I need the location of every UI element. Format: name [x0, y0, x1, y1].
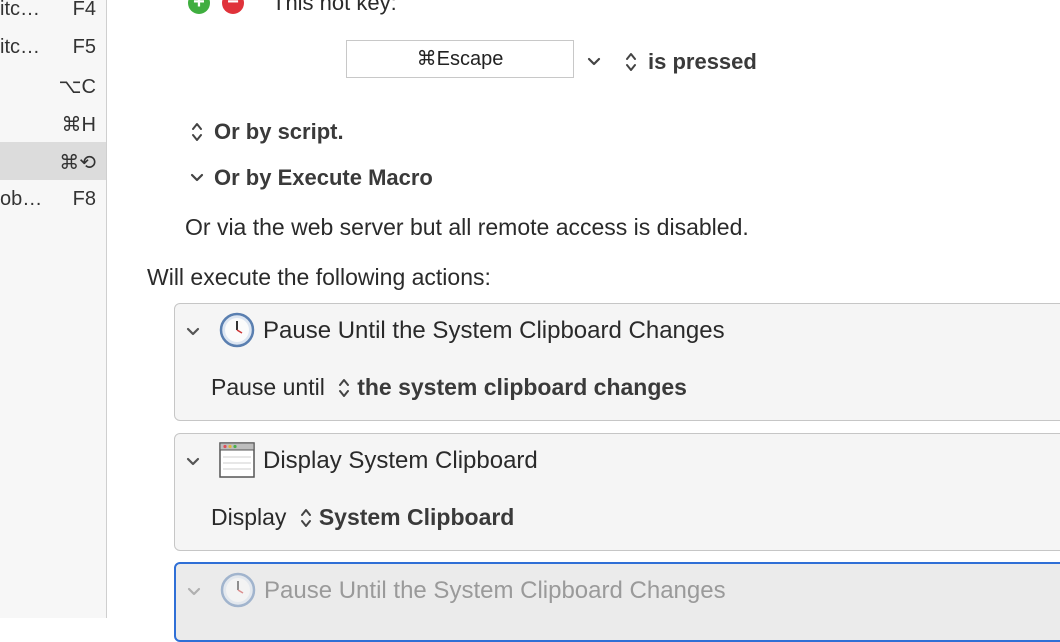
chevron-down-icon[interactable]	[185, 324, 201, 340]
macro-row-selected[interactable]: ⌘⟲	[0, 142, 106, 180]
clock-icon	[220, 572, 256, 608]
macro-hotkey: ⌘H	[61, 114, 96, 136]
chevron-down-icon[interactable]	[186, 584, 202, 600]
macro-list-sidebar: itc… F4 itc… F5 ⌥C ⌘H ⌘⟲ ob… F8	[0, 0, 107, 618]
macro-editor: + − This hot key: ⌘Escape is pressed Or …	[108, 0, 1060, 642]
chevron-down-icon[interactable]	[586, 54, 602, 70]
action-title: Pause Until the System Clipboard Changes	[263, 317, 725, 344]
action-card-selected[interactable]: Pause Until the System Clipboard Changes	[174, 562, 1060, 642]
action-body-prefix: Display	[211, 504, 287, 530]
macro-row[interactable]: ob… F8	[0, 180, 106, 218]
updown-chevron-icon[interactable]	[624, 50, 638, 74]
macro-hotkey: F4	[72, 0, 96, 20]
macro-name: ob…	[0, 188, 43, 210]
macro-row[interactable]: itc… F4	[0, 0, 106, 28]
updown-chevron-icon[interactable]	[299, 507, 313, 529]
clock-icon	[219, 312, 255, 348]
action-title: Pause Until the System Clipboard Changes	[264, 577, 726, 604]
add-trigger-button[interactable]: +	[188, 0, 210, 14]
updown-chevron-icon[interactable]	[190, 120, 204, 144]
macro-hotkey: F8	[72, 188, 96, 210]
by-execute-macro-toggle[interactable]: Or by Execute Macro	[214, 165, 433, 191]
macro-name: itc…	[0, 0, 40, 20]
macro-row[interactable]: itc… F5	[0, 28, 106, 66]
action-body: Display System Clipboard	[211, 504, 514, 531]
macro-row[interactable]: ⌘H	[0, 104, 106, 142]
action-card[interactable]: Pause Until the System Clipboard Changes…	[174, 303, 1060, 421]
actions-header: Will execute the following actions:	[147, 264, 491, 290]
macro-name: itc…	[0, 36, 40, 58]
macro-hotkey: ⌘⟲	[59, 152, 96, 174]
action-body-prefix: Pause until	[211, 374, 325, 400]
by-script-toggle[interactable]: Or by script.	[214, 119, 344, 145]
macro-hotkey: F5	[72, 36, 96, 58]
updown-chevron-icon[interactable]	[337, 377, 351, 399]
chevron-down-icon[interactable]	[185, 454, 201, 470]
chevron-down-icon[interactable]	[189, 170, 205, 186]
window-icon	[219, 442, 255, 478]
macro-row[interactable]: ⌥C	[0, 66, 106, 104]
display-target-popup[interactable]: System Clipboard	[319, 504, 515, 530]
web-server-status: Or via the web server but all remote acc…	[185, 214, 749, 240]
pause-condition-popup[interactable]: the system clipboard changes	[357, 374, 687, 400]
hotkey-label: This hot key:	[272, 0, 397, 15]
action-body: Pause until the system clipboard changes	[211, 374, 687, 401]
remove-trigger-button[interactable]: −	[222, 0, 244, 14]
action-card[interactable]: Display System Clipboard Display System …	[174, 433, 1060, 551]
macro-hotkey: ⌥C	[58, 76, 97, 98]
action-title: Display System Clipboard	[263, 447, 538, 474]
hotkey-field[interactable]: ⌘Escape	[346, 40, 574, 78]
hotkey-condition-popup[interactable]: is pressed	[648, 49, 757, 75]
